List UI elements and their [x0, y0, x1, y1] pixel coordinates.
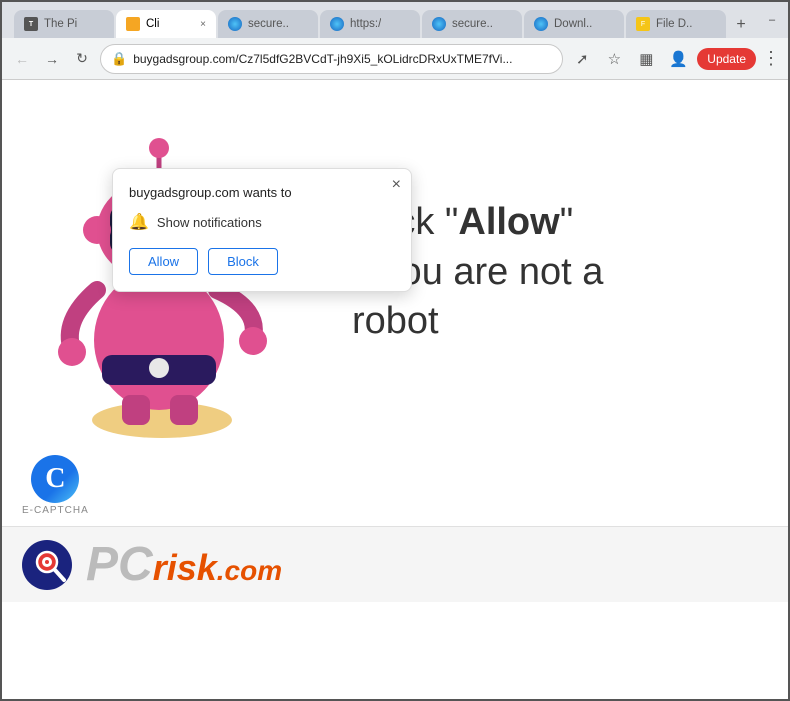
tab-secure1[interactable]: secure..	[218, 10, 318, 38]
new-tab-button[interactable]: +	[728, 12, 754, 38]
tab-label-secure1: secure..	[248, 18, 289, 30]
captcha-allow-word: Allow	[458, 201, 559, 243]
forward-button[interactable]: →	[40, 47, 64, 71]
update-button[interactable]: Update	[697, 48, 756, 70]
extensions-icon[interactable]: ▦	[633, 46, 659, 72]
tab-secure2[interactable]: secure..	[422, 10, 522, 38]
tab-close-cli[interactable]: ×	[200, 19, 206, 30]
tab-icon-download	[534, 17, 548, 31]
tab-icon-secure1	[228, 17, 242, 31]
pcrisk-bar: PCrisk.com	[2, 526, 788, 602]
tab-label-https: https:/	[350, 18, 381, 30]
popup-close-button[interactable]: ×	[392, 177, 401, 193]
pcrisk-svg-icon	[22, 540, 72, 590]
pcrisk-com: .com	[217, 555, 282, 586]
tab-icon-secure2	[432, 17, 446, 31]
pcrisk-icon	[22, 540, 72, 590]
minimize-button[interactable]: –	[762, 10, 782, 30]
share-icon[interactable]: ➚	[569, 46, 595, 72]
title-right-controls: – ◻ ✕	[762, 10, 790, 30]
captcha-message: Click "Allow" if you are not a robot	[352, 198, 768, 346]
tab-label-download: Downl..	[554, 18, 592, 30]
tab-label-secure2: secure..	[452, 18, 493, 30]
pcrisk-logo-text: PCrisk.com	[86, 537, 282, 592]
tab-icon-the-pi: T	[24, 17, 38, 31]
reload-button[interactable]: ↻	[70, 47, 94, 71]
bell-icon: 🔔	[129, 212, 149, 232]
block-button[interactable]: Block	[208, 248, 278, 275]
profile-icon[interactable]: 👤	[665, 46, 691, 72]
ecaptcha-area: C E-CAPTCHA	[2, 445, 788, 526]
popup-title: buygadsgroup.com wants to	[129, 185, 395, 200]
lock-icon: 🔒	[111, 51, 127, 67]
tab-label-the-pi: The Pi	[44, 18, 77, 30]
tab-download[interactable]: Downl..	[524, 10, 624, 38]
notification-popup: × buygadsgroup.com wants to 🔔 Show notif…	[112, 168, 412, 292]
pcrisk-pc: PC	[86, 538, 153, 591]
allow-button[interactable]: Allow	[129, 248, 198, 275]
back-button[interactable]: ←	[10, 47, 34, 71]
popup-actions: Allow Block	[129, 248, 395, 275]
tab-file[interactable]: F File D..	[626, 10, 726, 38]
popup-notification-row: 🔔 Show notifications	[129, 212, 395, 232]
popup-notification-text: Show notifications	[157, 215, 262, 230]
tab-label-file: File D..	[656, 18, 692, 30]
ecaptcha-c-icon: C	[31, 455, 79, 503]
ecaptcha-logo: C E-CAPTCHA	[22, 455, 89, 516]
ecaptcha-label: E-CAPTCHA	[22, 505, 89, 516]
tab-https[interactable]: https:/	[320, 10, 420, 38]
address-bar: ← → ↻ 🔒 buygadsgroup.com/Cz7l5dfG2BVCdT-…	[2, 38, 788, 80]
tab-icon-cli	[126, 17, 140, 31]
tab-icon-https	[330, 17, 344, 31]
tab-the-pi[interactable]: T The Pi	[14, 10, 114, 38]
tabs-row: T The Pi Cli × secure.. https:/	[10, 2, 758, 38]
tab-cli[interactable]: Cli ×	[116, 10, 216, 38]
captcha-line3: robot	[352, 300, 439, 342]
bookmark-icon[interactable]: ☆	[601, 46, 627, 72]
browser-frame: T The Pi Cli × secure.. https:/	[2, 2, 788, 699]
title-bar: T The Pi Cli × secure.. https:/	[2, 2, 788, 38]
pcrisk-risk: risk	[153, 547, 217, 588]
address-input[interactable]: 🔒 buygadsgroup.com/Cz7l5dfG2BVCdT-jh9Xi5…	[100, 44, 563, 74]
url-text: buygadsgroup.com/Cz7l5dfG2BVCdT-jh9Xi5_k…	[133, 52, 552, 66]
tab-icon-file: F	[636, 17, 650, 31]
menu-button[interactable]: ⋮	[762, 48, 780, 69]
tab-label-cli: Cli	[146, 18, 159, 30]
page-content: × buygadsgroup.com wants to 🔔 Show notif…	[2, 80, 788, 699]
